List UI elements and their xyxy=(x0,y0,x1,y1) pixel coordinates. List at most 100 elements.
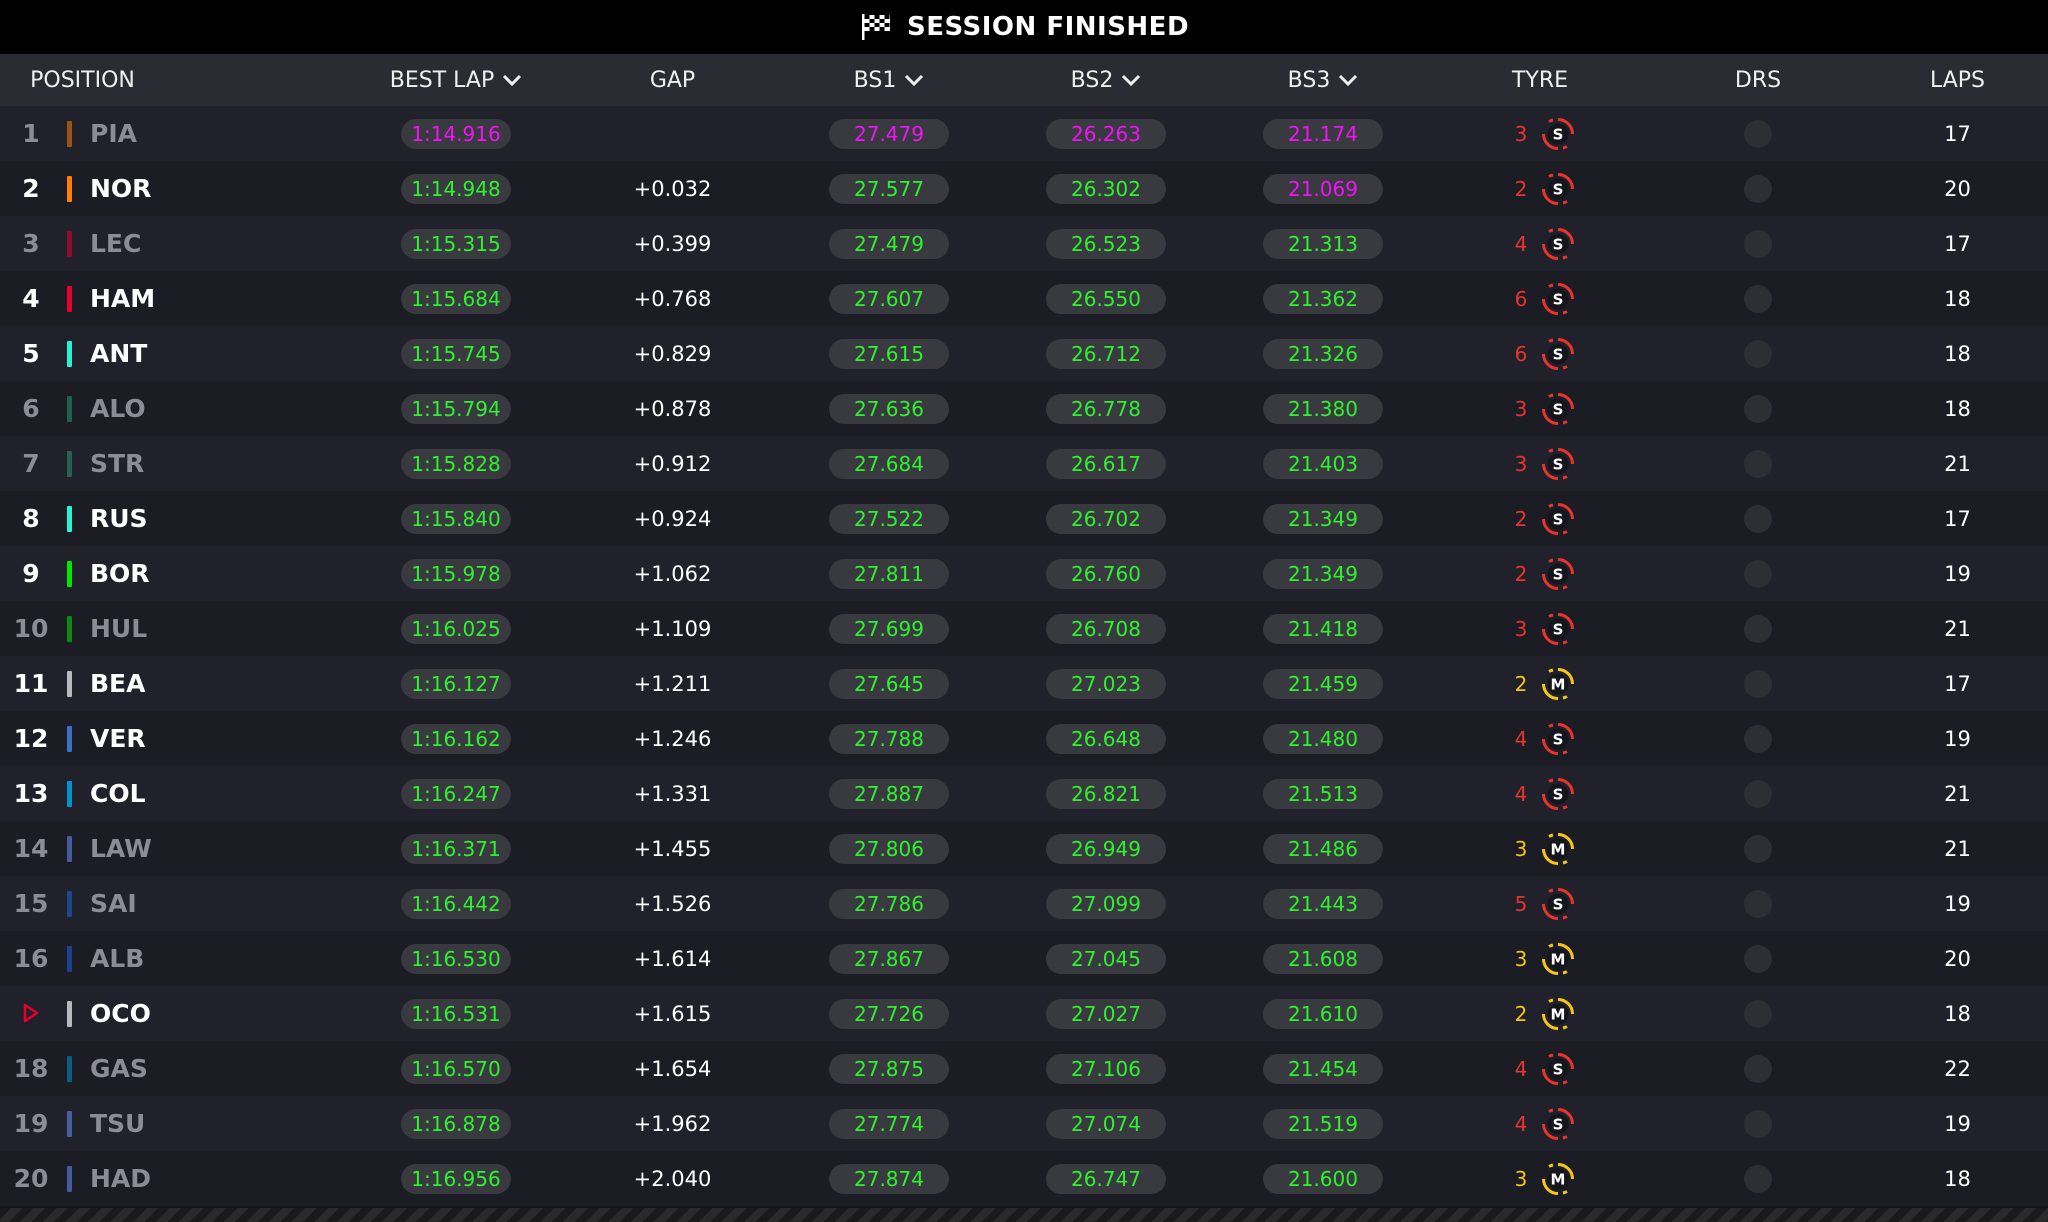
best-lap-time: 1:16.878 xyxy=(401,1108,511,1139)
soft-tyre-icon: S xyxy=(1542,118,1574,150)
table-row[interactable]: 2 NOR 1:14.948 27.577 26.302 21.069 +0.032 2 S … xyxy=(0,161,2048,216)
table-row[interactable]: 14 LAW 1:16.371 27.806 26.949 21.486 +1.455 3 M… xyxy=(0,821,2048,876)
position-number: 11 xyxy=(13,669,49,698)
bs2-time: 26.760 xyxy=(1046,558,1166,589)
gap-value: +1.246 xyxy=(633,726,712,751)
soft-tyre-icon: S xyxy=(1542,1053,1574,1085)
position-number: 7 xyxy=(22,449,40,478)
table-row[interactable]: OCO 1:16.531 27.726 27.027 21.610 +1.615 2 M 1… xyxy=(0,986,2048,1041)
table-row[interactable]: 6 ALO 1:15.794 27.636 26.778 21.380 +0.878 3 S … xyxy=(0,381,2048,436)
col-header-tyre[interactable]: TYRE xyxy=(1480,54,1600,106)
col-header-bs1[interactable]: BS1 xyxy=(829,54,949,106)
bs2-time: 26.949 xyxy=(1046,833,1166,864)
gap-value: +1.615 xyxy=(633,1001,712,1026)
best-lap-time: 1:16.247 xyxy=(401,778,511,809)
medium-tyre-icon: M xyxy=(1542,943,1574,975)
table-row[interactable]: 10 HUL 1:16.025 27.699 26.708 21.418 +1.109 3 S… xyxy=(0,601,2048,656)
tyre-age: 6 xyxy=(1514,286,1528,311)
tyre-compound-letter: M xyxy=(1551,841,1566,859)
position-number: 4 xyxy=(22,284,40,313)
laps-count: 17 xyxy=(1944,671,1971,696)
table-row[interactable]: 18 GAS 1:16.570 27.875 27.106 21.454 +1.654 4 S… xyxy=(0,1041,2048,1096)
table-row[interactable]: 15 SAI 1:16.442 27.786 27.099 21.443 +1.526 5 S… xyxy=(0,876,2048,931)
team-color-bar xyxy=(67,1111,72,1137)
bs1-time: 27.522 xyxy=(829,503,949,534)
laps-count: 21 xyxy=(1944,451,1971,476)
bs1-time: 27.645 xyxy=(829,668,949,699)
soft-tyre-icon: S xyxy=(1542,1108,1574,1140)
driver-code: ALB xyxy=(90,944,145,973)
tyre-compound-letter: S xyxy=(1553,786,1564,804)
laps-count: 17 xyxy=(1944,506,1971,531)
gap-value: +1.211 xyxy=(633,671,712,696)
bs1-time: 27.867 xyxy=(829,943,949,974)
team-color-bar xyxy=(67,506,72,532)
best-lap-time: 1:16.570 xyxy=(401,1053,511,1084)
col-header-bs3-label: BS3 xyxy=(1287,67,1331,93)
table-row[interactable]: 11 BEA 1:16.127 27.645 27.023 21.459 +1.211 2 M… xyxy=(0,656,2048,711)
col-header-drs[interactable]: DRS xyxy=(1700,54,1816,106)
col-header-bs2-label: BS2 xyxy=(1070,67,1114,93)
bs2-time: 27.023 xyxy=(1046,668,1166,699)
soft-tyre-icon: S xyxy=(1542,283,1574,315)
tyre-age: 2 xyxy=(1514,561,1528,586)
tyre-compound-letter: S xyxy=(1553,181,1564,199)
col-header-gap[interactable]: GAP xyxy=(600,54,745,106)
bs3-time: 21.313 xyxy=(1263,228,1383,259)
table-row[interactable]: 16 ALB 1:16.530 27.867 27.045 21.608 +1.614 3 M… xyxy=(0,931,2048,986)
tyre-age: 3 xyxy=(1514,616,1528,641)
gap-value: +1.455 xyxy=(633,836,712,861)
laps-count: 18 xyxy=(1944,286,1971,311)
table-row[interactable]: 8 RUS 1:15.840 27.522 26.702 21.349 +0.924 2 S … xyxy=(0,491,2048,546)
tyre-compound-letter: S xyxy=(1553,126,1564,144)
gap-value: +0.924 xyxy=(633,506,712,531)
table-row[interactable]: 7 STR 1:15.828 27.684 26.617 21.403 +0.912 3 S … xyxy=(0,436,2048,491)
team-color-bar xyxy=(67,176,72,202)
bs2-time: 27.106 xyxy=(1046,1053,1166,1084)
table-row[interactable]: 9 BOR 1:15.978 27.811 26.760 21.349 +1.062 2 S … xyxy=(0,546,2048,601)
bs2-time: 26.648 xyxy=(1046,723,1166,754)
soft-tyre-icon: S xyxy=(1542,503,1574,535)
bs1-time: 27.726 xyxy=(829,998,949,1029)
gap-value: +0.912 xyxy=(633,451,712,476)
tyre-age: 3 xyxy=(1514,946,1528,971)
drs-indicator xyxy=(1744,615,1772,643)
laps-count: 17 xyxy=(1944,121,1971,146)
bs1-time: 27.479 xyxy=(829,118,949,149)
table-row[interactable]: 4 HAM 1:15.684 27.607 26.550 21.362 +0.768 6 S … xyxy=(0,271,2048,326)
table-row[interactable]: 13 COL 1:16.247 27.887 26.821 21.513 +1.331 4 S… xyxy=(0,766,2048,821)
tyre-compound-letter: S xyxy=(1553,566,1564,584)
driver-code: GAS xyxy=(90,1054,148,1083)
drs-indicator xyxy=(1744,725,1772,753)
bs3-time: 21.608 xyxy=(1263,943,1383,974)
table-row[interactable]: 12 VER 1:16.162 27.788 26.648 21.480 +1.246 4 S… xyxy=(0,711,2048,766)
medium-tyre-icon: M xyxy=(1542,1163,1574,1195)
bs1-time: 27.874 xyxy=(829,1163,949,1194)
col-header-bs3[interactable]: BS3 xyxy=(1263,54,1383,106)
bs1-time: 27.788 xyxy=(829,723,949,754)
col-header-best-lap[interactable]: BEST LAP xyxy=(370,54,542,106)
tyre-compound-letter: S xyxy=(1553,1116,1564,1134)
position-number: 3 xyxy=(22,229,40,258)
table-row[interactable]: 20 HAD 1:16.956 27.874 26.747 21.600 +2.040 3 M… xyxy=(0,1151,2048,1206)
table-row[interactable]: 19 TSU 1:16.878 27.774 27.074 21.519 +1.962 4 S… xyxy=(0,1096,2048,1151)
tyre-age: 2 xyxy=(1514,671,1528,696)
driver-code: SAI xyxy=(90,889,137,918)
drs-indicator xyxy=(1744,505,1772,533)
col-header-position[interactable]: POSITION xyxy=(0,54,165,106)
session-status-title: SESSION FINISHED xyxy=(906,12,1190,42)
laps-count: 19 xyxy=(1944,726,1971,751)
table-row[interactable]: 1 PIA 1:14.916 27.479 26.263 21.174 3 S 17 xyxy=(0,106,2048,161)
best-lap-time: 1:15.315 xyxy=(401,228,511,259)
chevron-down-icon xyxy=(503,74,522,87)
col-header-laps[interactable]: LAPS xyxy=(1900,54,2015,106)
gap-value: +2.040 xyxy=(633,1166,712,1191)
table-row[interactable]: 3 LEC 1:15.315 27.479 26.523 21.313 +0.399 4 S … xyxy=(0,216,2048,271)
col-header-bs2[interactable]: BS2 xyxy=(1046,54,1166,106)
table-row[interactable]: 5 ANT 1:15.745 27.615 26.712 21.326 +0.829 6 S … xyxy=(0,326,2048,381)
gap-value: +0.032 xyxy=(633,176,712,201)
driver-code: HAD xyxy=(90,1164,152,1193)
bs3-time: 21.418 xyxy=(1263,613,1383,644)
best-lap-time: 1:16.162 xyxy=(401,723,511,754)
soft-tyre-icon: S xyxy=(1542,778,1574,810)
